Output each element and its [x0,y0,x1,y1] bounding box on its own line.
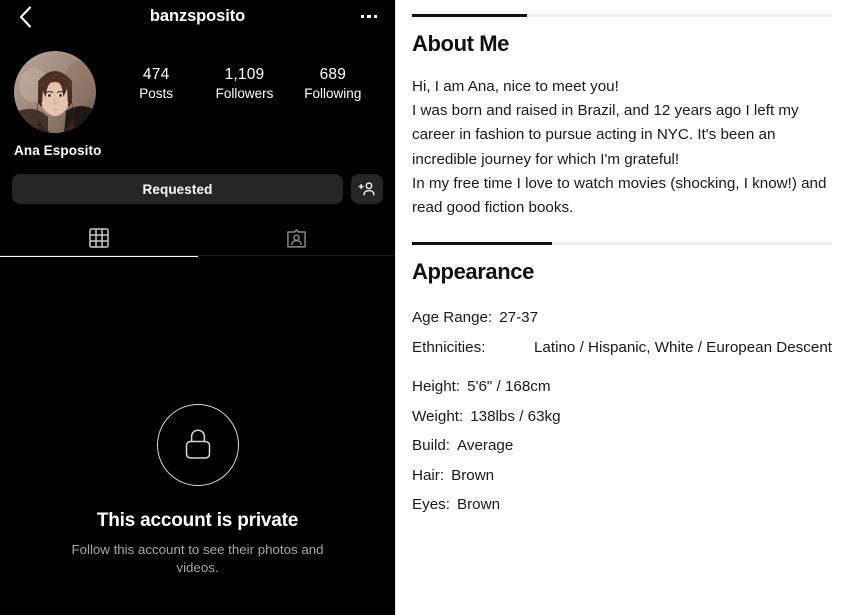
attr-row-height: Height: 5'6" / 168cm [412,372,832,402]
stat-following[interactable]: 689 Following [304,65,362,103]
lock-icon [185,429,210,459]
profile-stats: 474 Posts 1,109 Followers 689 Following [96,51,381,103]
stat-following-label: Following [304,86,362,102]
attr-key: Age Range: [412,309,493,327]
private-account-title: This account is private [96,510,299,531]
avatar-portrait-image [14,51,96,133]
attr-key: Eyes: [412,496,450,514]
more-dot [374,14,378,19]
stat-followers[interactable]: 1,109 Followers [215,65,274,103]
attr-key: Build: [412,437,450,455]
profile-full-name: Ana Esposito [14,143,102,158]
attr-key: Ethnicities: [412,338,486,356]
profile-tabs [0,220,396,257]
attr-key: Weight: [412,407,464,425]
appearance-divider [412,242,832,246]
about-bio: Hi, I am Ana, nice to meet you! I was bo… [412,75,832,220]
grid-icon [89,228,109,248]
attr-row-build: Build: Average [412,431,832,461]
avatar-wrapper[interactable] [14,51,96,133]
attr-key: Hair: [412,466,445,484]
appearance-section: Appearance Age Range: 27-37 Ethnicities:… [412,242,832,520]
appearance-divider-accent [412,242,552,246]
more-dot [360,14,364,19]
add-person-button[interactable] [351,174,383,204]
attr-row-hair: Hair: Brown [412,461,832,491]
instagram-profile-panel: banzsposito 474 Posts 1,109 Followers 68… [0,0,395,615]
more-dot [367,14,371,19]
attr-value: Brown [451,466,495,484]
tab-tagged[interactable] [198,220,396,256]
stat-posts[interactable]: 474 Posts [127,65,185,103]
profile-summary-row: 474 Posts 1,109 Followers 689 Following [0,33,395,133]
avatar [14,51,96,133]
bio-line: Hi, I am Ana, nice to meet you! [412,78,619,95]
appearance-attributes: Age Range: 27-37 Ethnicities: Latino / H… [412,303,832,520]
tagged-photos-icon [286,228,306,248]
back-button[interactable] [12,4,38,30]
appearance-title: Appearance [412,259,534,285]
screen: banzsposito 474 Posts 1,109 Followers 68… [0,0,850,615]
attr-row-ethnicities: Ethnicities: Latino / Hispanic, White / … [412,333,832,363]
about-divider [412,14,832,17]
attr-key: Height: [412,378,461,396]
private-account-subtitle: Follow this account to see their photos … [71,542,324,575]
profile-username: banzsposito [149,7,246,25]
attr-row-age-range: Age Range: 27-37 [412,303,832,333]
info-panel: About Me Hi, I am Ana, nice to meet you!… [395,0,850,615]
lock-circle [156,404,239,486]
about-divider-accent [412,14,527,17]
stat-posts-label: Posts [139,86,174,102]
stat-following-count: 689 [319,66,347,83]
profile-header: banzsposito [0,0,395,33]
chevron-left-icon [19,5,31,28]
tab-grid[interactable] [0,220,198,257]
attr-row-weight: Weight: 138lbs / 63kg [412,402,832,432]
attr-value: 138lbs / 63kg [470,407,561,425]
attr-value: Brown [456,496,501,514]
about-title: About Me [412,31,510,56]
attr-value: 27-37 [499,309,539,327]
add-person-icon [358,182,375,196]
attr-value: Average [457,437,514,455]
attr-value: 5'6" / 168cm [467,378,551,396]
about-section: About Me Hi, I am Ana, nice to meet you!… [412,14,832,220]
attr-row-eyes: Eyes: Brown [412,490,832,520]
private-account-notice: This account is private Follow this acco… [0,404,395,577]
bio-line: In my free time I love to watch movies (… [412,174,827,217]
stat-followers-count: 1,109 [224,66,265,83]
requested-button[interactable]: Requested [12,174,343,204]
more-options-button[interactable] [355,5,383,29]
stat-followers-label: Followers [215,86,274,102]
stat-posts-count: 474 [142,66,170,83]
attr-value: Latino / Hispanic, White / European Desc… [533,338,832,356]
bio-line: I was born and raised in Brazil, and 12 … [412,102,799,168]
profile-action-row: Requested [0,158,395,204]
